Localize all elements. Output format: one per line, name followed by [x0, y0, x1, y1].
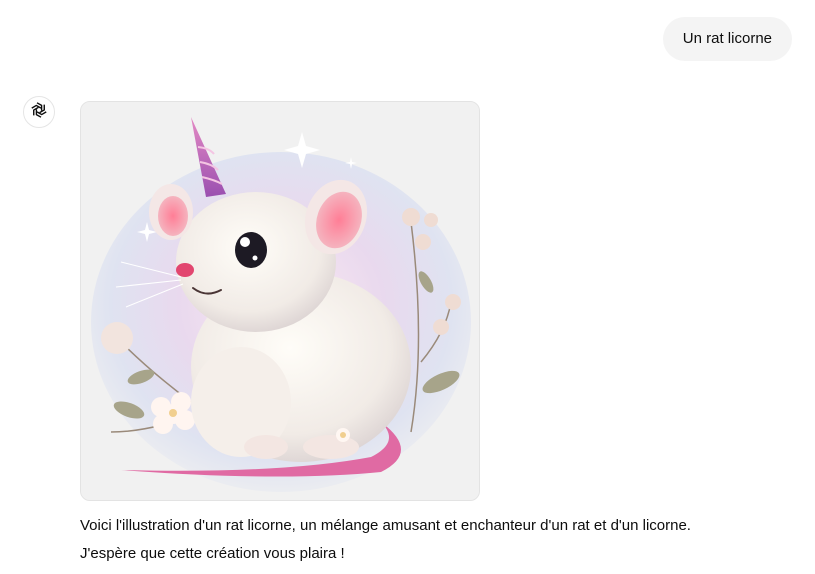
rat-unicorn-illustration	[81, 102, 479, 500]
generated-image[interactable]	[80, 101, 480, 501]
openai-logo-icon	[29, 100, 49, 125]
chat-thread: Un rat licorne Voici l'illustration d'un…	[0, 0, 815, 574]
user-message-bubble: Un rat licorne	[662, 17, 792, 61]
assistant-avatar	[23, 96, 55, 128]
user-message-text: Un rat licorne	[682, 30, 772, 47]
assistant-message: Voici l'illustration d'un rat licorne, u…	[80, 512, 800, 568]
assistant-paragraph: Voici l'illustration d'un rat licorne, u…	[80, 517, 691, 534]
assistant-paragraph: J'espère que cette création vous plaira …	[80, 545, 345, 562]
